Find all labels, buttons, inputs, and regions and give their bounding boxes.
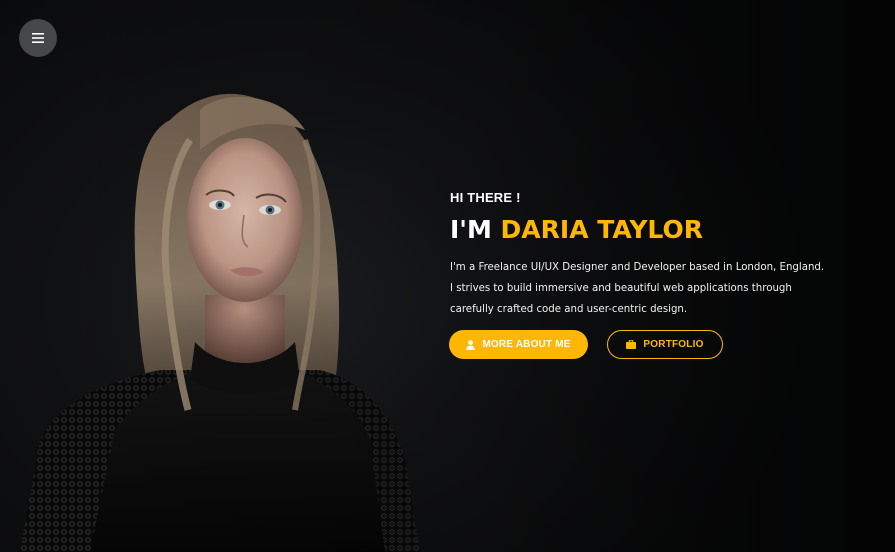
headline-name: DARIA TAYLOR (500, 215, 703, 244)
portfolio-label: PORTFOLIO (643, 339, 704, 350)
headline-prefix: I'M (450, 215, 501, 244)
greeting-text: HI THERE ! (450, 190, 521, 205)
profile-portrait (20, 93, 420, 552)
hero-headline: I'M DARIA TAYLOR (450, 215, 880, 245)
more-about-me-label: MORE ABOUT ME (482, 339, 571, 350)
hero-content: HI THERE ! I'M DARIA TAYLOR I'm a Freela… (450, 190, 880, 320)
menu-button[interactable] (19, 19, 57, 57)
hero-actions: MORE ABOUT ME PORTFOLIO (449, 330, 723, 359)
hamburger-icon (32, 33, 44, 43)
bio-line: I strives to build immersive and beautif… (450, 283, 792, 294)
bio-line: carefully crafted code and user-centric … (450, 304, 688, 315)
bio-line: I'm a Freelance UI/UX Designer and Devel… (450, 262, 825, 273)
more-about-me-button[interactable]: MORE ABOUT ME (449, 330, 588, 359)
hero-section: HI THERE ! I'M DARIA TAYLOR I'm a Freela… (0, 0, 895, 552)
portfolio-button[interactable]: PORTFOLIO (607, 330, 723, 359)
user-icon (466, 339, 476, 350)
briefcase-icon (626, 340, 637, 349)
hero-bio: I'm a Freelance UI/UX Designer and Devel… (450, 257, 825, 320)
